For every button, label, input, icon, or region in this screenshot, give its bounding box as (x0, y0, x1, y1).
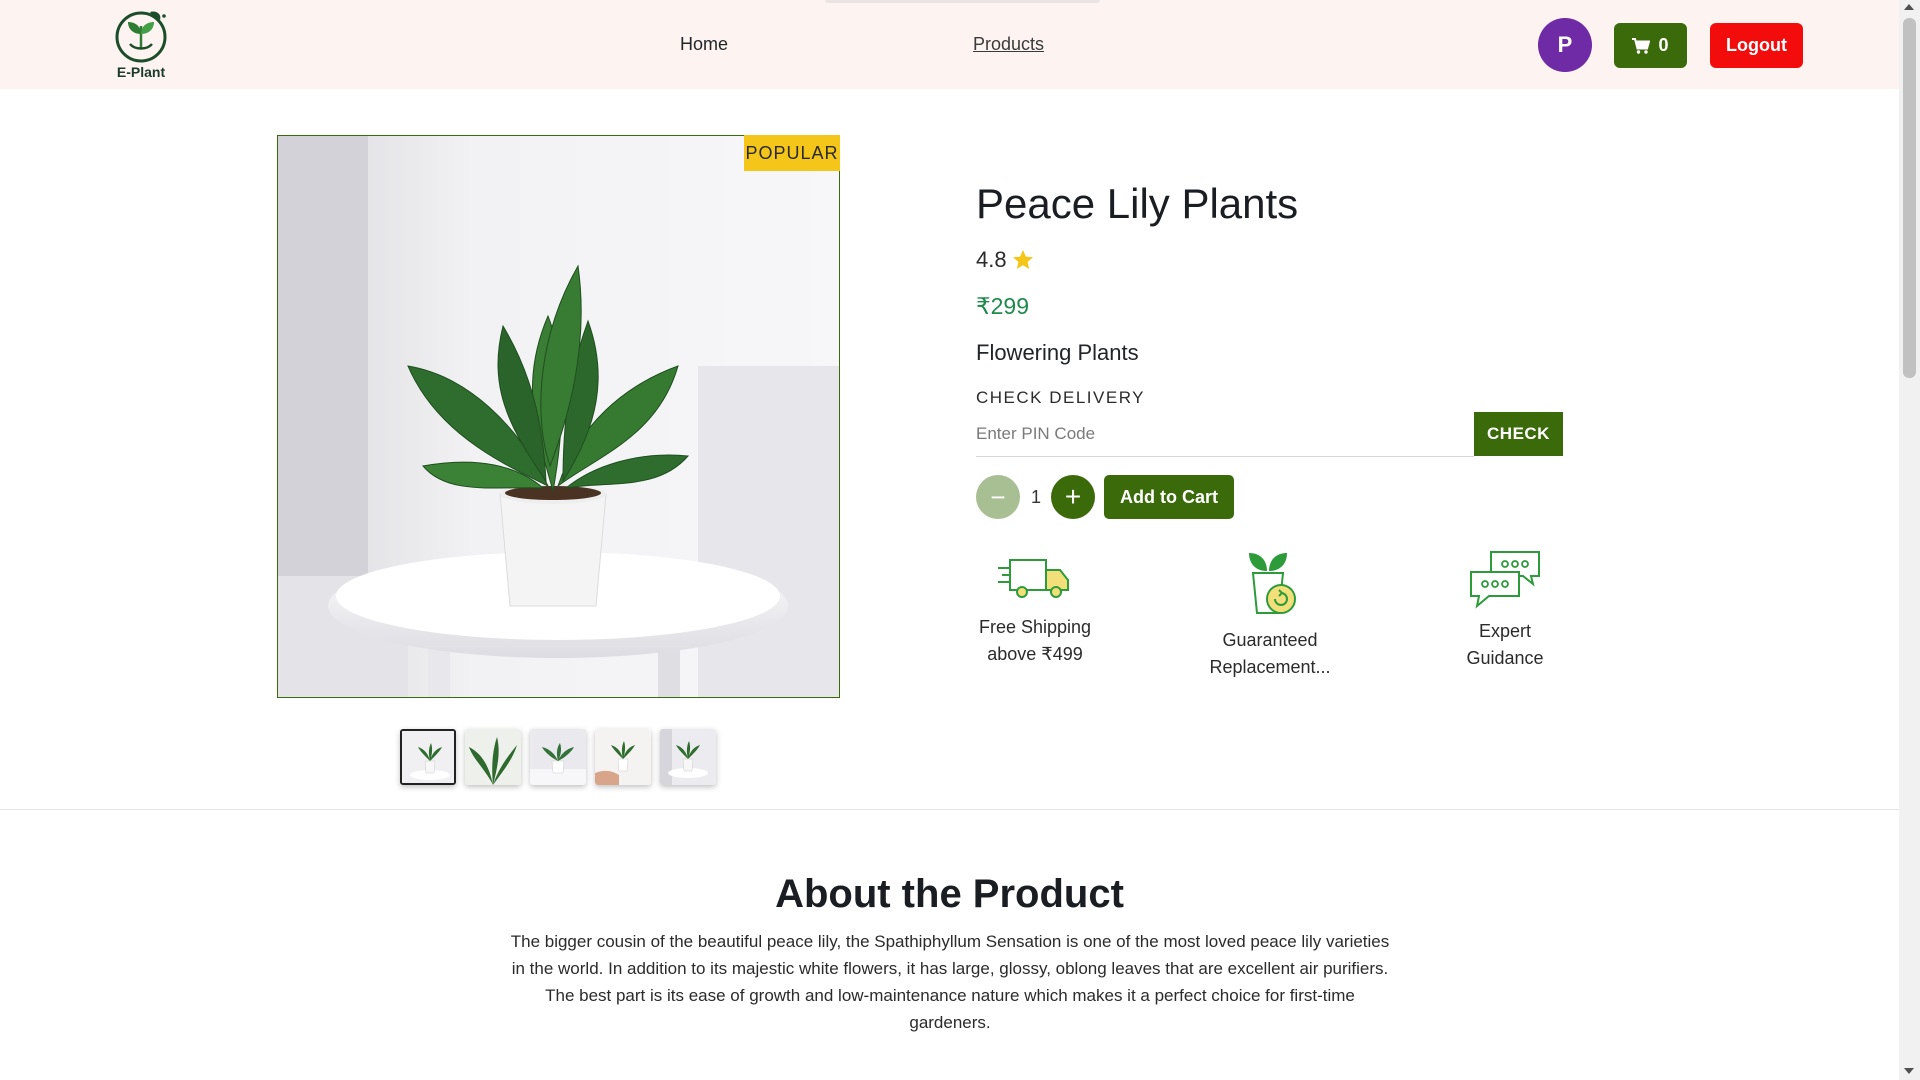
add-to-cart-button[interactable]: Add to Cart (1104, 475, 1234, 519)
feature-line-2: Guidance (1466, 648, 1544, 668)
thumbnail-image (595, 729, 651, 785)
star-icon (1012, 250, 1033, 269)
feature-free-shipping: Free Shipping above ₹499 (955, 548, 1115, 668)
scroll-down-arrow-icon[interactable] (1904, 1068, 1914, 1074)
thumbnail-4[interactable] (595, 729, 651, 785)
nav-home-link[interactable]: Home (680, 34, 728, 55)
feature-line-2: Replacement... (1209, 657, 1331, 677)
quantity-decrease-button[interactable]: − (976, 475, 1020, 519)
quantity-increase-button[interactable]: + (1051, 475, 1095, 519)
top-navbar: E-Plant Home Products P 0 Logout (0, 0, 1899, 89)
product-rating: 4.8 (976, 247, 1035, 273)
popular-badge: POPULAR (744, 135, 840, 171)
product-category: Flowering Plants (976, 340, 1139, 365)
thumbnail-image (530, 729, 586, 785)
thumbnail-image (402, 731, 454, 783)
feature-line-2: above ₹499 (987, 644, 1083, 664)
scroll-up-arrow-icon[interactable] (1904, 4, 1914, 10)
about-section-title: About the Product (775, 872, 1124, 916)
product-price: ₹299 (976, 293, 1030, 319)
pin-code-input[interactable] (976, 412, 1474, 457)
rating-value: 4.8 (976, 247, 1007, 272)
check-delivery-button[interactable]: CHECK (1474, 412, 1563, 456)
feature-guaranteed-replacement: Guaranteed Replacement... (1190, 545, 1350, 681)
thumbnail-image (465, 729, 521, 785)
user-avatar[interactable]: P (1538, 18, 1592, 72)
thumbnail-5[interactable] (660, 729, 716, 785)
feature-line-1: Expert (1478, 621, 1532, 641)
leaf-logo-icon (115, 11, 167, 63)
thumbnail-2[interactable] (465, 729, 521, 785)
quantity-value: 1 (1031, 487, 1042, 507)
feature-line-1: Free Shipping (978, 617, 1092, 637)
page-scrollbar[interactable] (1899, 0, 1920, 1080)
feature-expert-guidance: Expert Guidance (1425, 548, 1585, 672)
peace-lily-photo (278, 136, 839, 697)
scroll-thumb[interactable] (1903, 18, 1916, 378)
header-tab-shadow (825, 0, 1100, 3)
thumbnail-strip (400, 729, 716, 785)
nav-products-link[interactable]: Products (973, 34, 1044, 55)
brand-logo[interactable]: E-Plant (112, 6, 170, 82)
product-title: Peace Lily Plants (976, 180, 1299, 227)
cart-button[interactable]: 0 (1614, 23, 1687, 68)
check-delivery-label: CHECK DELIVERY (976, 388, 1146, 407)
delivery-truck-icon (998, 559, 1069, 598)
feature-line-1: Guaranteed (1222, 630, 1318, 650)
product-main-image[interactable] (277, 135, 840, 698)
plant-replacement-icon (1249, 553, 1296, 614)
thumbnail-3[interactable] (530, 729, 586, 785)
cart-count: 0 (1658, 35, 1669, 55)
thumbnail-1[interactable] (400, 729, 456, 785)
chat-bubbles-icon (1470, 551, 1540, 609)
about-section-text: The bigger cousin of the beautiful peace… (510, 932, 1390, 1032)
shopping-cart-icon (1632, 37, 1651, 54)
thumbnail-image (660, 729, 716, 785)
logout-button[interactable]: Logout (1710, 23, 1803, 68)
brand-name: E-Plant (116, 64, 166, 80)
section-divider (0, 809, 1899, 810)
